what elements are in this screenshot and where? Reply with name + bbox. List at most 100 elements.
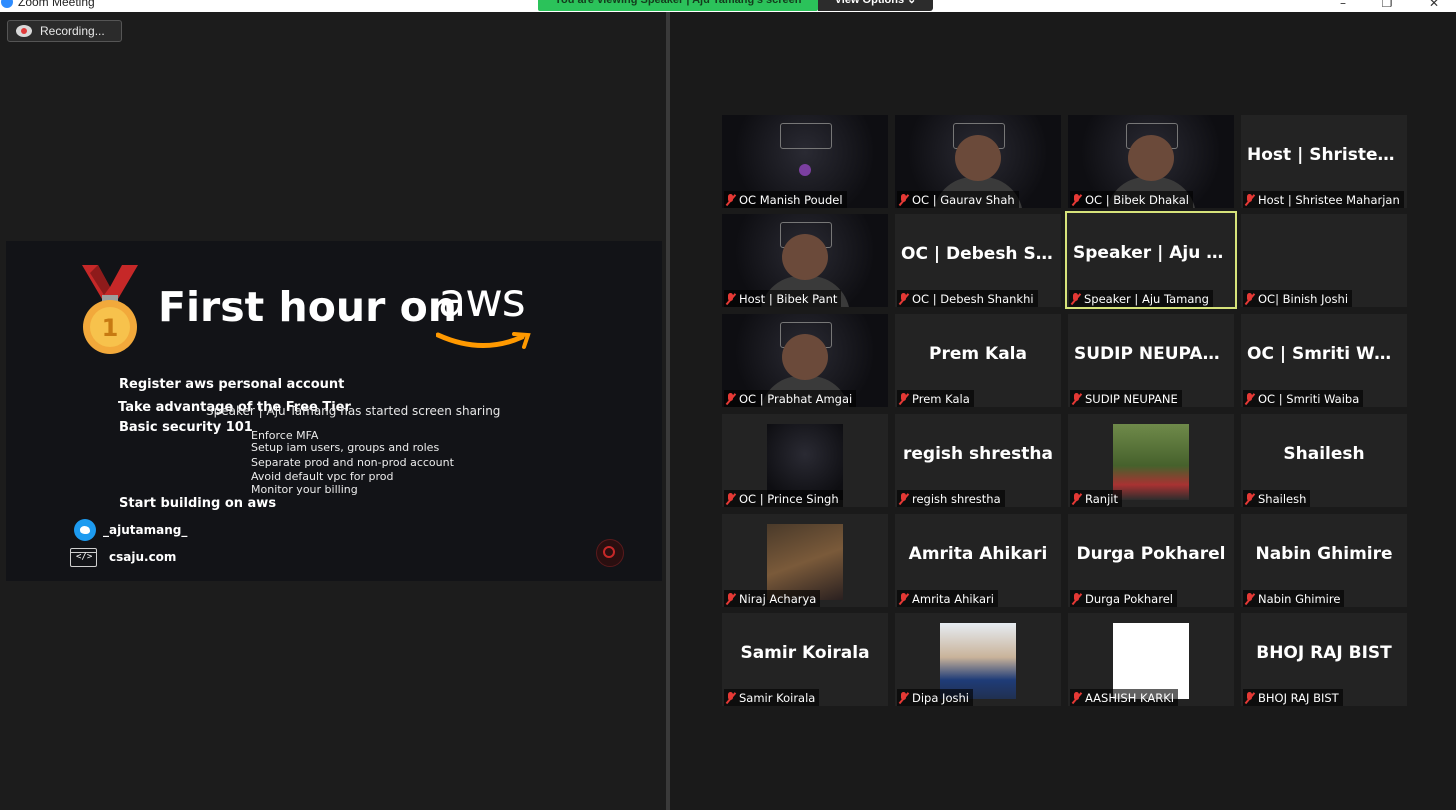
participant-name-label: Host | Shristee Maharjan xyxy=(1243,191,1404,208)
participant-tile[interactable]: Ranjit xyxy=(1068,414,1234,507)
minimize-icon[interactable]: – xyxy=(1333,0,1353,10)
slide-title: First hour on xyxy=(158,283,457,331)
muted-mic-icon xyxy=(1245,292,1254,305)
participant-tile[interactable]: Shailesh Shailesh xyxy=(1241,414,1407,507)
twitter-icon xyxy=(74,519,96,541)
participant-display-name: Speaker | Aju Ta... xyxy=(1073,243,1235,263)
participant-tile[interactable]: OC | Bibek Dhakal xyxy=(1068,115,1234,208)
participant-label-text: OC | Prince Singh xyxy=(739,491,839,506)
slide-bullet-4: Start building on aws xyxy=(119,496,277,511)
muted-mic-icon xyxy=(899,392,908,405)
muted-mic-icon xyxy=(1245,392,1254,405)
muted-mic-icon xyxy=(899,691,908,704)
participant-label-text: SUDIP NEUPANE xyxy=(1085,391,1178,406)
aws-logo-text: aws xyxy=(438,273,526,327)
view-options-button[interactable]: View Options ⌄ xyxy=(818,0,933,11)
participant-tile[interactable]: SUDIP NEUPANE SUDIP NEUPANE xyxy=(1068,314,1234,407)
speaker-logo-icon xyxy=(596,539,624,567)
participant-tile[interactable]: Speaker | Aju Ta... Speaker | Aju Tamang xyxy=(1065,211,1237,309)
participant-display-name: SUDIP NEUPANE xyxy=(1074,344,1229,364)
participant-display-name: Prem Kala xyxy=(929,344,1027,364)
muted-mic-icon xyxy=(1072,691,1081,704)
participant-display-name: Durga Pokharel xyxy=(1076,544,1226,564)
participant-display-name: Nabin Ghimire xyxy=(1255,544,1393,564)
security-item: Avoid default vpc for prod xyxy=(251,470,394,483)
participant-tile[interactable]: OC Manish Poudel xyxy=(722,115,888,208)
recording-indicator[interactable]: Recording... xyxy=(7,20,122,42)
medal-icon: 1 xyxy=(82,265,138,354)
participant-label-text: Niraj Acharya xyxy=(739,591,817,606)
muted-mic-icon xyxy=(899,292,908,305)
participant-tile[interactable]: OC | Smriti Waiba OC | Smriti Waiba xyxy=(1241,314,1407,407)
participant-name-label: OC Manish Poudel xyxy=(724,191,847,208)
participant-name-label: Speaker | Aju Tamang xyxy=(1069,290,1213,307)
participant-face xyxy=(782,334,828,380)
participant-label-text: Samir Koirala xyxy=(739,690,816,705)
aws-smile-icon xyxy=(436,332,531,349)
participant-photo xyxy=(1113,424,1189,500)
slide-bullet-3: Basic security 101 xyxy=(119,420,253,435)
participant-label-text: OC | Prabhat Amgai xyxy=(739,391,853,406)
participant-label-text: Dipa Joshi xyxy=(912,690,969,705)
shared-slide: 1 First hour on aws Register aws persona… xyxy=(6,241,662,581)
participant-tile[interactable]: OC | Gaurav Shah xyxy=(895,115,1061,208)
participant-display-name: BHOJ RAJ BIST xyxy=(1256,643,1392,663)
participant-name-label: AASHISH KARKI xyxy=(1070,689,1179,706)
slide-bullet-1: Register aws personal account xyxy=(119,377,345,392)
zoom-logo-icon xyxy=(1,0,13,8)
participant-display-name: Amrita Ahikari xyxy=(908,544,1048,564)
participant-name-label: regish shrestha xyxy=(897,490,1005,507)
muted-mic-icon xyxy=(1071,292,1080,305)
participant-label-text: OC | Gaurav Shah xyxy=(912,192,1015,207)
participant-name-label: Ranjit xyxy=(1070,490,1122,507)
participant-name-label: OC| Binish Joshi xyxy=(1243,290,1353,307)
participant-name-label: Prem Kala xyxy=(897,390,974,407)
participant-tile[interactable]: Samir Koirala Samir Koirala xyxy=(722,613,888,706)
security-item: Separate prod and non-prod account xyxy=(251,456,454,469)
muted-mic-icon xyxy=(1072,193,1081,206)
participant-tile[interactable]: Amrita Ahikari Amrita Ahikari xyxy=(895,514,1061,607)
participant-label-text: OC Manish Poudel xyxy=(739,192,843,207)
participant-tile[interactable]: OC | Prince Singh xyxy=(722,414,888,507)
restore-icon[interactable]: ❐ xyxy=(1377,0,1397,10)
participant-label-text: Speaker | Aju Tamang xyxy=(1084,291,1209,306)
participant-name-label: Niraj Acharya xyxy=(724,590,821,607)
participant-label-text: Durga Pokharel xyxy=(1085,591,1173,606)
panel-divider[interactable] xyxy=(666,12,670,810)
security-item: Monitor your billing xyxy=(251,483,358,496)
participant-tile[interactable]: Niraj Acharya xyxy=(722,514,888,607)
participant-label-text: Prem Kala xyxy=(912,391,970,406)
participant-tile[interactable]: Host | Shristee... Host | Shristee Maharj… xyxy=(1241,115,1407,208)
participant-tile[interactable]: OC| Binish Joshi xyxy=(1241,214,1407,307)
participant-name-label: OC | Bibek Dhakal xyxy=(1070,191,1193,208)
muted-mic-icon xyxy=(726,691,735,704)
screen-share-notice: Speaker | Aju Tamang has started screen … xyxy=(206,404,501,418)
participant-tile[interactable]: Nabin Ghimire Nabin Ghimire xyxy=(1241,514,1407,607)
participant-name-label: Dipa Joshi xyxy=(897,689,973,706)
participant-label-text: OC | Debesh Shankhi xyxy=(912,291,1034,306)
event-banner-graphic xyxy=(780,123,832,176)
participant-tile[interactable]: AASHISH KARKI xyxy=(1068,613,1234,706)
muted-mic-icon xyxy=(1245,691,1254,704)
participant-tile[interactable]: Durga Pokharel Durga Pokharel xyxy=(1068,514,1234,607)
cloud-record-icon xyxy=(16,25,32,37)
website-link: csaju.com xyxy=(109,550,177,564)
participant-face xyxy=(1128,135,1174,181)
close-icon[interactable]: ✕ xyxy=(1424,0,1444,10)
participant-tile[interactable]: Host | Bibek Pant xyxy=(722,214,888,307)
participant-tile[interactable]: OC | Prabhat Amgai xyxy=(722,314,888,407)
muted-mic-icon xyxy=(899,592,908,605)
participant-label-text: OC| Binish Joshi xyxy=(1258,291,1349,306)
muted-mic-icon xyxy=(1072,492,1081,505)
participant-tile[interactable]: regish shrestha regish shrestha xyxy=(895,414,1061,507)
muted-mic-icon xyxy=(726,492,735,505)
participant-name-label: Nabin Ghimire xyxy=(1243,590,1345,607)
participant-tile[interactable]: Prem Kala Prem Kala xyxy=(895,314,1061,407)
participant-tile[interactable]: Dipa Joshi xyxy=(895,613,1061,706)
participant-label-text: OC | Smriti Waiba xyxy=(1258,391,1360,406)
svg-text:1: 1 xyxy=(102,314,119,342)
participant-tile[interactable]: OC | Debesh Sh... OC | Debesh Shankhi xyxy=(895,214,1061,307)
participant-tile[interactable]: BHOJ RAJ BIST BHOJ RAJ BIST xyxy=(1241,613,1407,706)
viewing-screen-banner: You are viewing Speaker | Aju Tamang's s… xyxy=(538,0,818,11)
participant-photo xyxy=(767,524,843,600)
